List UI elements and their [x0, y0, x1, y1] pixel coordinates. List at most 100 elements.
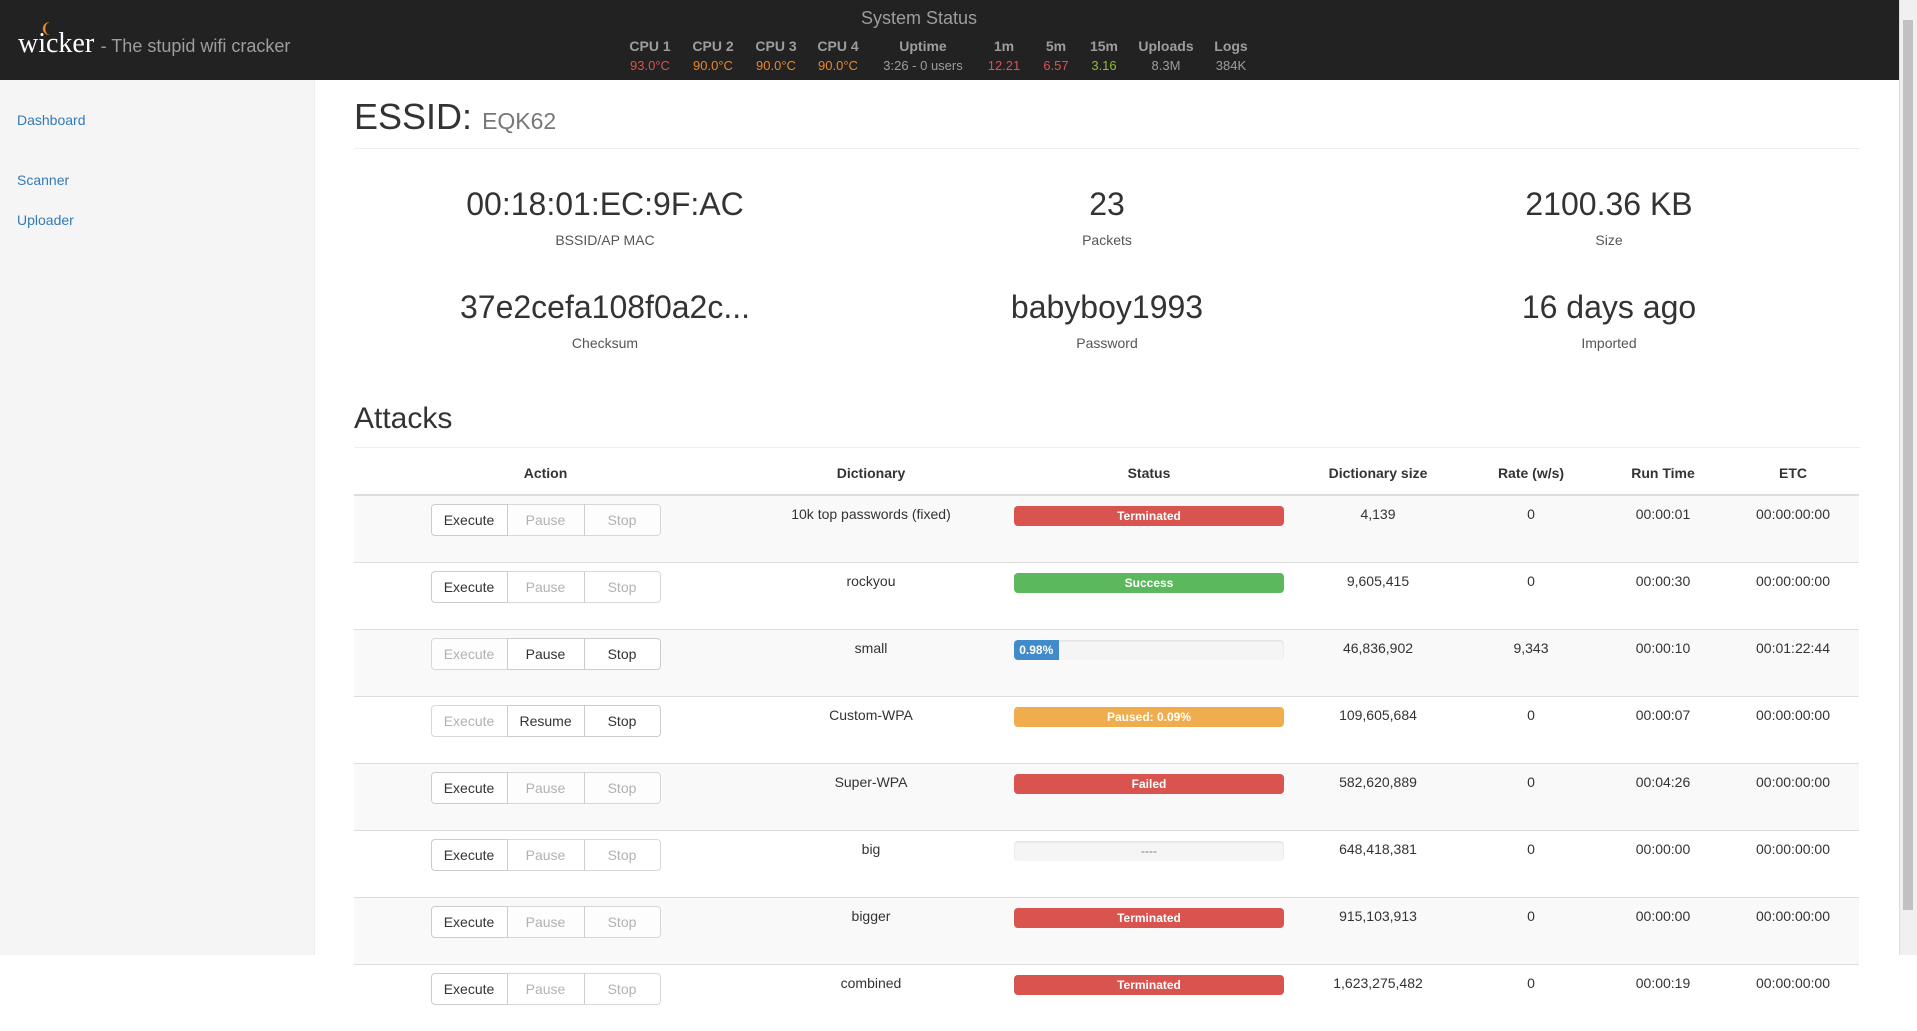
dictionary-cell: small [737, 630, 1005, 697]
pause-button[interactable]: Pause [507, 772, 585, 804]
stat-label: 15m [1090, 36, 1118, 56]
action-cell: ExecutePauseStop [354, 764, 737, 831]
status-cell: 0.98% [1005, 630, 1293, 697]
stat-5m: 5m6.57 [1043, 36, 1068, 76]
dictionary-cell: rockyou [737, 563, 1005, 630]
status-text: Terminated [1014, 975, 1284, 995]
table-row: ExecutePauseStopcombinedTerminated1,623,… [354, 965, 1859, 1031]
stop-button[interactable]: Stop [584, 906, 661, 938]
stop-button[interactable]: Stop [584, 638, 661, 670]
stat-label: Logs [1214, 36, 1247, 56]
attacks-table-body: ExecutePauseStop10k top passwords (fixed… [354, 495, 1859, 1031]
dictionary-size-cell: 915,103,913 [1293, 898, 1463, 965]
pause-button[interactable]: Pause [507, 839, 585, 871]
column-header-run-time: Run Time [1599, 452, 1727, 495]
execute-button[interactable]: Execute [431, 839, 508, 871]
page-scrollbar[interactable] [1899, 0, 1917, 955]
stop-button[interactable]: Stop [584, 839, 661, 871]
action-cell: ExecuteResumeStop [354, 697, 737, 764]
action-cell: ExecutePauseStop [354, 898, 737, 965]
execute-button[interactable]: Execute [431, 638, 508, 670]
sidebar-item-uploader[interactable]: Uploader [17, 212, 74, 228]
action-button-group: ExecutePauseStop [431, 839, 661, 871]
dictionary-cell: Super-WPA [737, 764, 1005, 831]
dictionary-cell: Custom-WPA [737, 697, 1005, 764]
status-cell: ---- [1005, 831, 1293, 898]
etc-cell: 00:00:00:00 [1727, 697, 1859, 764]
stop-button[interactable]: Stop [584, 973, 661, 1005]
status-text: Terminated [1014, 506, 1284, 526]
status-cell: Terminated [1005, 898, 1293, 965]
execute-button[interactable]: Execute [431, 705, 508, 737]
sidebar-item-scanner[interactable]: Scanner [17, 172, 69, 188]
rate-cell: 0 [1463, 965, 1599, 1031]
execute-button[interactable]: Execute [431, 571, 508, 603]
stop-button[interactable]: Stop [584, 504, 661, 536]
dictionary-cell: bigger [737, 898, 1005, 965]
stat-label: Uptime [883, 36, 963, 56]
stat-cpu-2: CPU 290.0°C [692, 36, 733, 76]
status-text: Success [1014, 573, 1284, 593]
stat-value: 3.16 [1090, 56, 1118, 76]
etc-cell: 00:00:00:00 [1727, 898, 1859, 965]
execute-button[interactable]: Execute [431, 504, 508, 536]
scrollbar-thumb[interactable] [1903, 20, 1913, 910]
dictionary-size-cell: 582,620,889 [1293, 764, 1463, 831]
status-cell: Failed [1005, 764, 1293, 831]
pause-button[interactable]: Pause [507, 504, 585, 536]
table-header-row: Action Dictionary Status Dictionary size… [354, 452, 1859, 495]
stat-cpu-1: CPU 193.0°C [629, 36, 670, 76]
status-text: Failed [1014, 774, 1284, 794]
pause-button[interactable]: Pause [507, 973, 585, 1005]
stop-button[interactable]: Stop [584, 705, 661, 737]
pause-button[interactable]: Pause [507, 906, 585, 938]
stat-label: 1m [988, 36, 1021, 56]
status-progress-bar: Terminated [1014, 506, 1284, 526]
pause-button[interactable]: Pause [507, 571, 585, 603]
execute-button[interactable]: Execute [431, 973, 508, 1005]
rate-cell: 0 [1463, 697, 1599, 764]
execute-button[interactable]: Execute [431, 906, 508, 938]
status-cell: Terminated [1005, 495, 1293, 563]
table-row: ExecutePauseStop10k top passwords (fixed… [354, 495, 1859, 563]
resume-button[interactable]: Resume [507, 705, 585, 737]
action-button-group: ExecuteResumeStop [431, 705, 661, 737]
etc-cell: 00:00:00:00 [1727, 764, 1859, 831]
info-label: Packets [856, 232, 1358, 248]
dictionary-size-cell: 1,623,275,482 [1293, 965, 1463, 1031]
status-progress-bar: Paused: 0.09% [1014, 707, 1284, 727]
info-value: 2100.36 KB [1358, 184, 1860, 224]
run-time-cell: 00:00:30 [1599, 563, 1727, 630]
etc-cell: 00:00:00:00 [1727, 563, 1859, 630]
action-button-group: ExecutePauseStop [431, 638, 661, 670]
action-button-group: ExecutePauseStop [431, 906, 661, 938]
info-imported: 16 days ago Imported [1358, 287, 1860, 351]
status-progress-bar: Failed [1014, 774, 1284, 794]
column-header-dictionary: Dictionary [737, 452, 1005, 495]
sidebar-item-dashboard[interactable]: Dashboard [17, 112, 86, 128]
table-row: ExecuteResumeStop Custom-WPA Paused: 0.09%… [354, 697, 1859, 764]
action-cell: ExecutePauseStop [354, 965, 737, 1031]
action-button-group: ExecutePauseStop [431, 973, 661, 1005]
status-cell: Terminated [1005, 965, 1293, 1031]
dictionary-size-cell: 648,418,381 [1293, 831, 1463, 898]
execute-button[interactable]: Execute [431, 772, 508, 804]
brand[interactable]: ❨ wicker - The stupid wifi cracker [18, 24, 290, 64]
stop-button[interactable]: Stop [584, 772, 661, 804]
brand-tagline: - The stupid wifi cracker [101, 36, 291, 56]
stat-value: 384K [1214, 56, 1247, 76]
table-row: ExecutePauseStoprockyouSuccess9,605,4150… [354, 563, 1859, 630]
run-time-cell: 00:00:01 [1599, 495, 1727, 563]
stat-uptime: Uptime3:26 - 0 users [883, 36, 963, 76]
run-time-cell: 00:04:26 [1599, 764, 1727, 831]
info-password: babyboy1993 Password [856, 287, 1358, 351]
info-label: BSSID/AP MAC [354, 232, 856, 248]
etc-cell: 00:00:00:00 [1727, 965, 1859, 1031]
run-time-cell: 00:00:07 [1599, 697, 1727, 764]
attacks-heading: Attacks [354, 402, 452, 436]
pause-button[interactable]: Pause [507, 638, 585, 670]
rate-cell: 0 [1463, 831, 1599, 898]
stat-value: 90.0°C [755, 56, 796, 76]
stop-button[interactable]: Stop [584, 571, 661, 603]
info-size: 2100.36 KB Size [1358, 184, 1860, 248]
